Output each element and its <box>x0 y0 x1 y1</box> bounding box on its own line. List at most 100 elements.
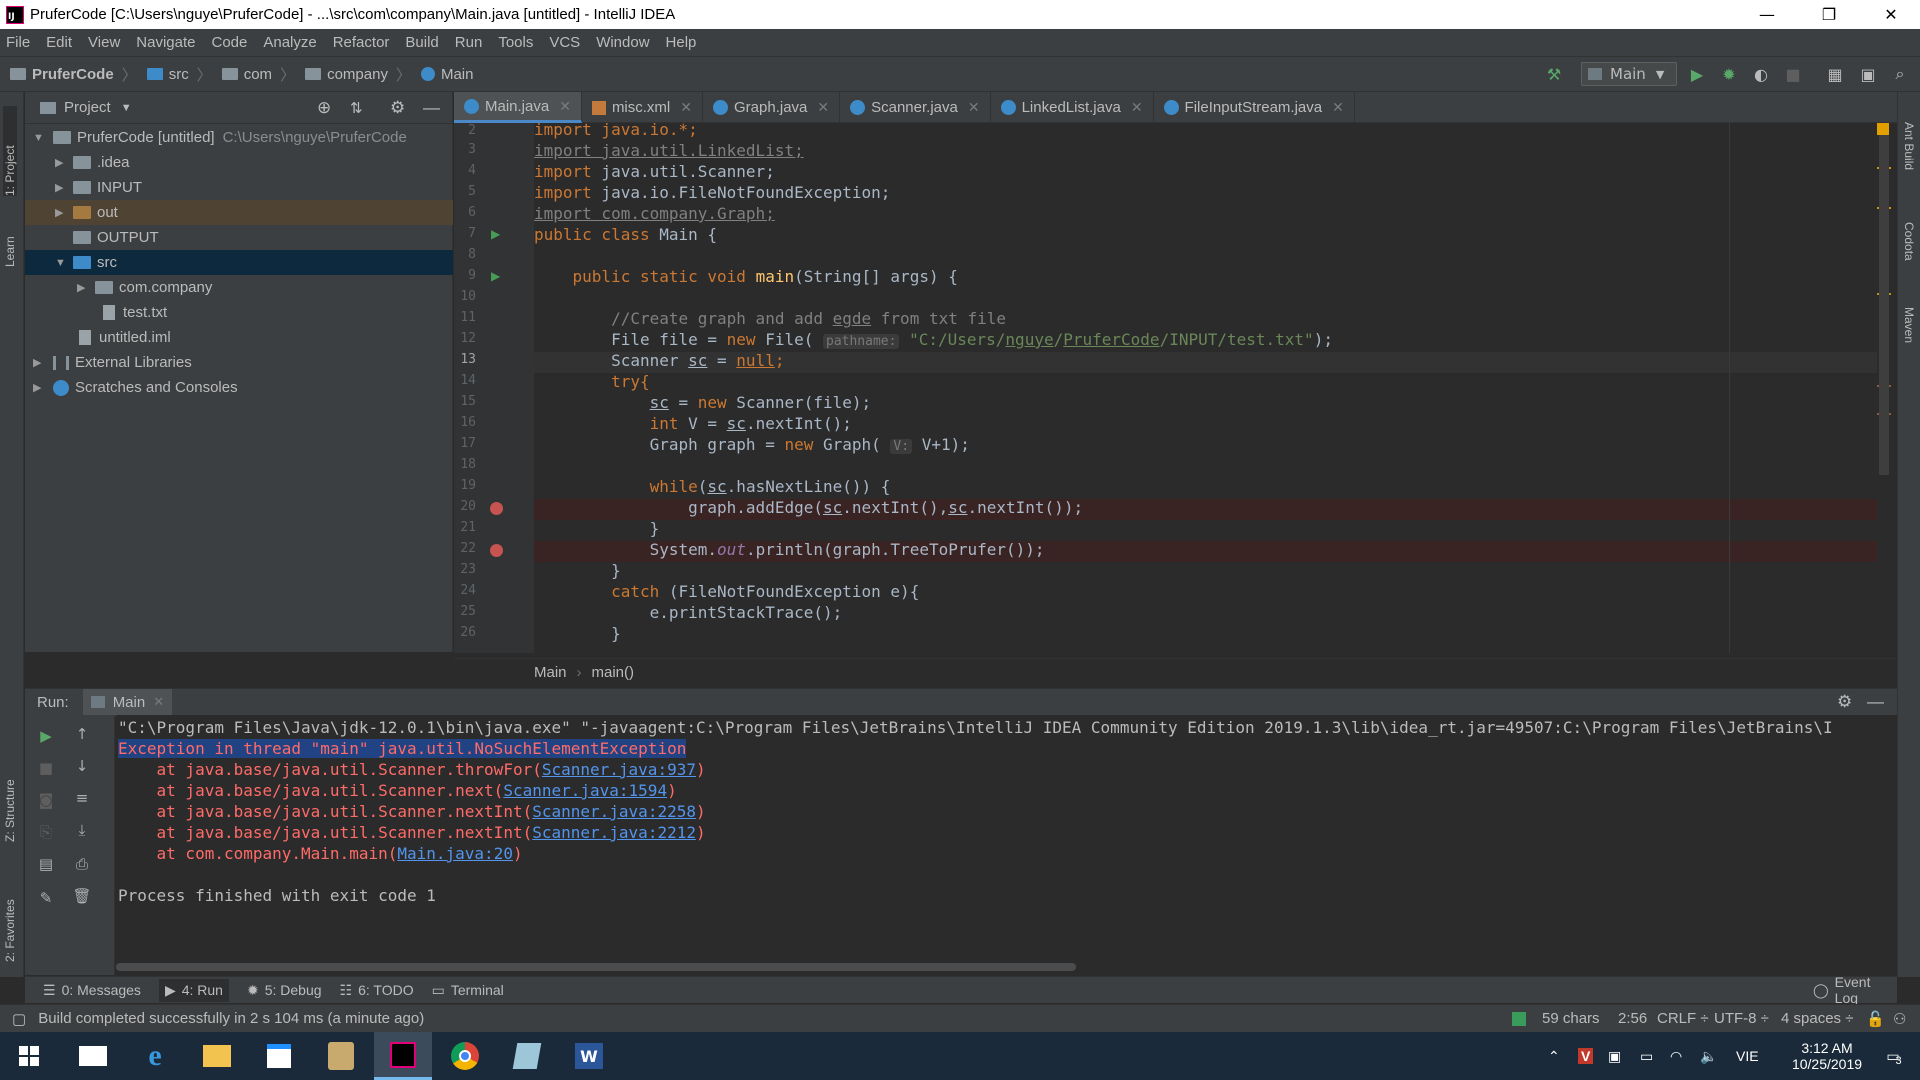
structure-tool-button[interactable]: Z: Structure <box>3 752 17 842</box>
ant-build-tool-button[interactable]: Ant Build <box>1902 122 1916 192</box>
menu-run[interactable]: Run <box>455 34 483 51</box>
console-horizontal-scrollbar[interactable] <box>116 963 1076 971</box>
terminal-tool-button[interactable]: ▭ Terminal <box>432 982 504 999</box>
menu-file[interactable]: File <box>6 34 30 51</box>
close-icon[interactable]: ✕ <box>680 99 692 116</box>
tab-fileinputstream-java[interactable]: FileInputStream.java ✕ <box>1154 92 1355 123</box>
locate-target-icon[interactable]: ⊕ <box>317 98 331 118</box>
status-toggle-icon[interactable]: ▢ <box>12 1010 26 1028</box>
run-tab-main[interactable]: Main ✕ <box>82 688 173 716</box>
camera-icon[interactable]: ◙ <box>35 789 57 811</box>
stack-source-link[interactable]: Scanner.java:2258 <box>532 802 696 821</box>
menu-refactor[interactable]: Refactor <box>333 34 390 51</box>
status-message[interactable]: Build completed successfully in 2 s 104 … <box>38 1010 424 1027</box>
tree-item-untitled-iml[interactable]: untitled.iml <box>25 325 453 350</box>
breadcrumb-class[interactable]: Main <box>534 664 567 681</box>
coverage-icon[interactable]: ◐ <box>1752 65 1770 84</box>
mail-app-icon[interactable] <box>64 1032 122 1080</box>
pin-icon[interactable]: ✎ <box>35 887 57 909</box>
tree-item-src[interactable]: ▼ src <box>25 250 453 275</box>
scroll-to-end-icon[interactable]: ⤓ <box>71 819 93 841</box>
project-structure-icon[interactable]: ▦ <box>1826 65 1844 84</box>
project-panel-title[interactable]: Project <box>64 99 111 116</box>
close-icon[interactable]: ✕ <box>153 694 164 710</box>
tree-item-project-root[interactable]: ▼ PruferCode [untitled] C:\Users\nguye\P… <box>25 125 453 150</box>
menu-view[interactable]: View <box>88 34 120 51</box>
tree-item-input[interactable]: ▶ INPUT <box>25 175 453 200</box>
editor-gutter[interactable]: 2 3 4 5 6 7 8 9 10 11 12 13 14 15 16 17 … <box>454 123 534 653</box>
stack-source-link[interactable]: Scanner.java:937 <box>542 760 696 779</box>
chrome-browser-icon[interactable] <box>436 1032 494 1080</box>
edge-browser-icon[interactable]: e <box>126 1032 184 1080</box>
codota-tool-button[interactable]: Codota <box>1902 222 1916 292</box>
file-explorer-icon[interactable] <box>188 1032 246 1080</box>
menu-build[interactable]: Build <box>405 34 438 51</box>
debug-bug-icon[interactable]: ✹ <box>1720 65 1738 84</box>
word-app-icon[interactable]: W <box>560 1032 618 1080</box>
breakpoint-icon[interactable] <box>490 544 503 557</box>
tray-app-icon[interactable]: ▣ <box>1608 1032 1621 1080</box>
down-arrow-icon[interactable]: ↓ <box>71 755 93 777</box>
menu-code[interactable]: Code <box>211 34 247 51</box>
breakpoint-icon[interactable] <box>490 502 503 515</box>
tree-item-external-libraries[interactable]: ▶ External Libraries <box>25 350 453 375</box>
maven-tool-button[interactable]: Maven <box>1902 307 1916 377</box>
vietkey-tray-icon[interactable]: V <box>1578 1032 1594 1080</box>
run-configuration-select[interactable]: Main ▼ <box>1581 62 1677 86</box>
event-log-button[interactable]: ◯ Event Log <box>1813 974 1897 1006</box>
tab-main-java[interactable]: Main.java ✕ <box>454 92 582 123</box>
stop-icon[interactable]: ■ <box>1784 65 1802 84</box>
layout-icon[interactable]: ▣ <box>1859 65 1877 84</box>
intellij-taskbar-icon[interactable] <box>374 1032 432 1080</box>
soft-wrap-icon[interactable]: ≡ <box>71 787 93 809</box>
error-stripe[interactable] <box>1877 123 1897 653</box>
menu-vcs[interactable]: VCS <box>549 34 580 51</box>
trash-icon[interactable]: 🗑 <box>71 885 93 907</box>
menu-edit[interactable]: Edit <box>46 34 72 51</box>
editor-scrollbar-thumb[interactable] <box>1879 135 1889 475</box>
learn-tool-button[interactable]: Learn <box>3 207 17 267</box>
gear-icon[interactable]: ⚙ <box>1837 692 1852 712</box>
action-center-button[interactable]: ▭ 3 <box>1874 1032 1914 1080</box>
show-hidden-icons-button[interactable]: ⌃ <box>1548 1032 1560 1080</box>
breadcrumb-com[interactable]: com 〉 <box>221 64 295 85</box>
menu-analyze[interactable]: Analyze <box>263 34 316 51</box>
minimize-button[interactable]: — <box>1738 0 1796 29</box>
dropdown-arrow-icon[interactable]: ▼ <box>121 102 132 114</box>
close-icon[interactable]: ✕ <box>968 99 980 116</box>
lock-icon[interactable]: 🔓 <box>1866 1010 1885 1028</box>
tree-item-com-company[interactable]: ▶ com.company <box>25 275 453 300</box>
tab-linkedlist-java[interactable]: LinkedList.java ✕ <box>991 92 1154 123</box>
run-tool-button[interactable]: ▶ 4: Run <box>158 978 229 1002</box>
indent-select[interactable]: 4 spaces ÷ <box>1781 1010 1853 1027</box>
todo-tool-button[interactable]: ☷ 6: TODO <box>340 982 414 999</box>
close-icon[interactable]: ✕ <box>559 98 571 115</box>
layout-icon[interactable]: ▤ <box>35 853 57 875</box>
close-icon[interactable]: ✕ <box>1131 99 1143 116</box>
run-icon[interactable]: ▶ <box>1688 65 1706 84</box>
volume-icon[interactable]: 🔈 <box>1700 1032 1717 1080</box>
notes-app-icon[interactable] <box>498 1032 556 1080</box>
up-arrow-icon[interactable]: ↑ <box>71 723 93 745</box>
close-icon[interactable]: ✕ <box>817 99 829 116</box>
clock[interactable]: 3:12 AM 10/25/2019 <box>1782 1032 1872 1080</box>
stack-source-link[interactable]: Main.java:20 <box>397 844 513 863</box>
breadcrumb-project[interactable]: PruferCode 〉 <box>10 64 137 85</box>
rerun-icon[interactable]: ▶ <box>35 725 57 747</box>
close-icon[interactable]: ✕ <box>1332 99 1344 116</box>
tab-misc-xml[interactable]: misc.xml ✕ <box>582 92 703 123</box>
restore-layout-icon[interactable]: ⎘ <box>35 821 57 843</box>
hide-icon[interactable]: — <box>1867 692 1884 712</box>
stop-icon[interactable]: ■ <box>35 757 57 779</box>
breadcrumb-method[interactable]: main() <box>592 664 635 681</box>
build-hammer-icon[interactable]: ⚒ <box>1545 65 1563 84</box>
caret-position[interactable]: 2:56 <box>1618 1010 1647 1027</box>
league-app-icon[interactable] <box>312 1032 370 1080</box>
tree-item-scratches[interactable]: ▶ Scratches and Consoles <box>25 375 453 400</box>
print-icon[interactable]: ⎙ <box>71 853 93 875</box>
search-icon[interactable]: ⌕ <box>1891 64 1909 83</box>
store-app-icon[interactable] <box>250 1032 308 1080</box>
menu-navigate[interactable]: Navigate <box>136 34 195 51</box>
tree-item-out[interactable]: ▶ out <box>25 200 453 225</box>
collapse-all-icon[interactable]: ⇅ <box>350 99 363 117</box>
